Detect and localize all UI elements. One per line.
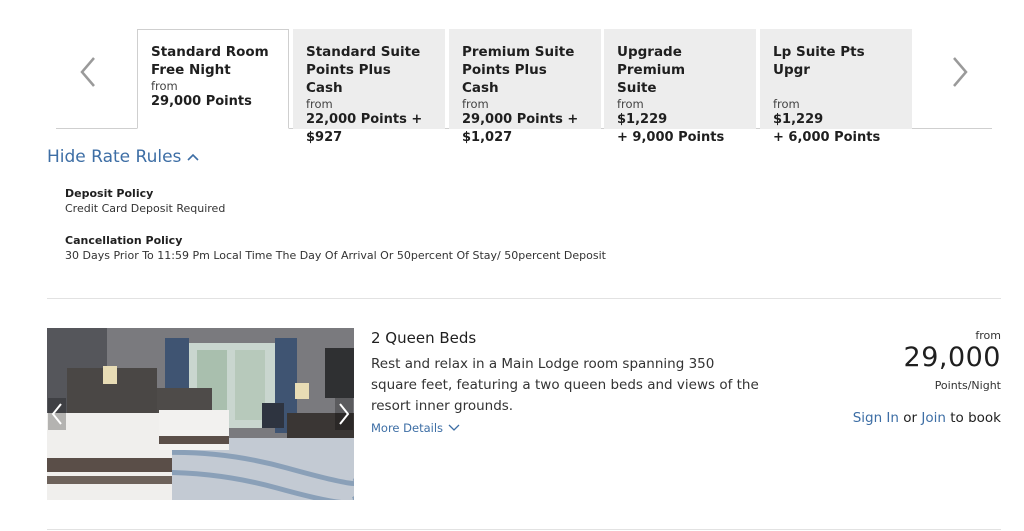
rate-tab-upgrade-premium-suite[interactable]: Upgrade Premium Suite from $1,229 + 9,00… xyxy=(604,29,756,145)
section-divider xyxy=(47,298,1001,299)
tab-price: + 9,000 Points xyxy=(617,130,725,145)
tab-title: Suite xyxy=(617,80,657,96)
deposit-policy-text: Credit Card Deposit Required xyxy=(65,202,226,215)
tab-title: Standard Suite xyxy=(306,44,421,60)
room-description: Rest and relax in a Main Lodge room span… xyxy=(371,356,759,414)
tab-from-label: from xyxy=(773,97,800,111)
section-divider xyxy=(47,529,1001,530)
to-book-text: to book xyxy=(950,410,1001,426)
rate-tab-premium-suite[interactable]: Premium Suite Points Plus Cash from 29,0… xyxy=(449,29,601,145)
chevron-up-icon xyxy=(187,153,199,161)
photo-next-arrow[interactable] xyxy=(335,398,353,430)
tab-title: Upgrade Premium xyxy=(617,44,686,78)
tab-title: Points Plus Cash xyxy=(462,62,547,96)
tab-price: $1,229 xyxy=(773,112,824,127)
tab-from-label: from xyxy=(306,97,333,111)
tab-title: Points Plus Cash xyxy=(306,62,391,96)
price-unit: Points/Night xyxy=(934,379,1001,392)
tab-price: $1,027 xyxy=(462,130,513,145)
chevron-left-icon xyxy=(80,57,95,87)
tab-price: $1,229 xyxy=(617,112,668,127)
tab-price: 29,000 Points xyxy=(151,94,252,109)
tab-price: 22,000 Points + xyxy=(306,112,423,127)
tab-from-label: from xyxy=(617,97,644,111)
room-price: 29,000 xyxy=(903,342,1001,373)
hide-rate-rules-label: Hide Rate Rules xyxy=(47,147,182,167)
rate-tab-standard-room[interactable]: Standard Room Free Night from 29,000 Poi… xyxy=(137,29,289,129)
cancellation-policy-label: Cancellation Policy xyxy=(65,234,183,247)
tab-title: Standard Room xyxy=(151,44,269,60)
tab-from-label: from xyxy=(151,79,178,93)
join-link[interactable]: Join xyxy=(921,410,946,426)
price-from-label: from xyxy=(975,329,1001,342)
sign-in-link[interactable]: Sign In xyxy=(853,410,899,426)
tab-price: + 6,000 Points xyxy=(773,130,881,145)
chevron-down-icon xyxy=(448,424,460,431)
tab-title: Free Night xyxy=(151,62,231,78)
more-details-link[interactable]: More Details xyxy=(371,421,460,435)
chevron-right-icon xyxy=(953,57,968,87)
photo-prev-arrow[interactable] xyxy=(48,398,66,430)
deposit-policy-label: Deposit Policy xyxy=(65,187,154,200)
tab-price: $927 xyxy=(306,130,343,145)
rate-tab-standard-suite[interactable]: Standard Suite Points Plus Cash from 22,… xyxy=(293,29,445,145)
chevron-left-icon xyxy=(48,398,66,430)
room-photo-image xyxy=(47,328,354,500)
room-photo[interactable] xyxy=(47,328,354,500)
chevron-right-icon xyxy=(335,398,353,430)
tab-title: Lp Suite Pts Upgr xyxy=(773,44,865,78)
tab-title: Premium Suite xyxy=(462,44,575,60)
tab-title xyxy=(773,79,899,97)
book-prompt: Sign In or Join to book xyxy=(853,410,1001,426)
more-details-label: More Details xyxy=(371,421,444,435)
tabs-next-arrow[interactable] xyxy=(948,52,972,92)
tab-from-label: from xyxy=(462,97,489,111)
room-title: 2 Queen Beds xyxy=(371,329,477,347)
tabs-prev-arrow[interactable] xyxy=(76,52,100,92)
hide-rate-rules-toggle[interactable]: Hide Rate Rules xyxy=(47,147,199,167)
or-text: or xyxy=(903,410,918,426)
tab-price: 29,000 Points + xyxy=(462,112,579,127)
cancellation-policy-text: 30 Days Prior To 11:59 Pm Local Time The… xyxy=(65,249,606,262)
rate-tab-lp-suite[interactable]: Lp Suite Pts Upgr from $1,229 + 6,000 Po… xyxy=(760,29,912,145)
